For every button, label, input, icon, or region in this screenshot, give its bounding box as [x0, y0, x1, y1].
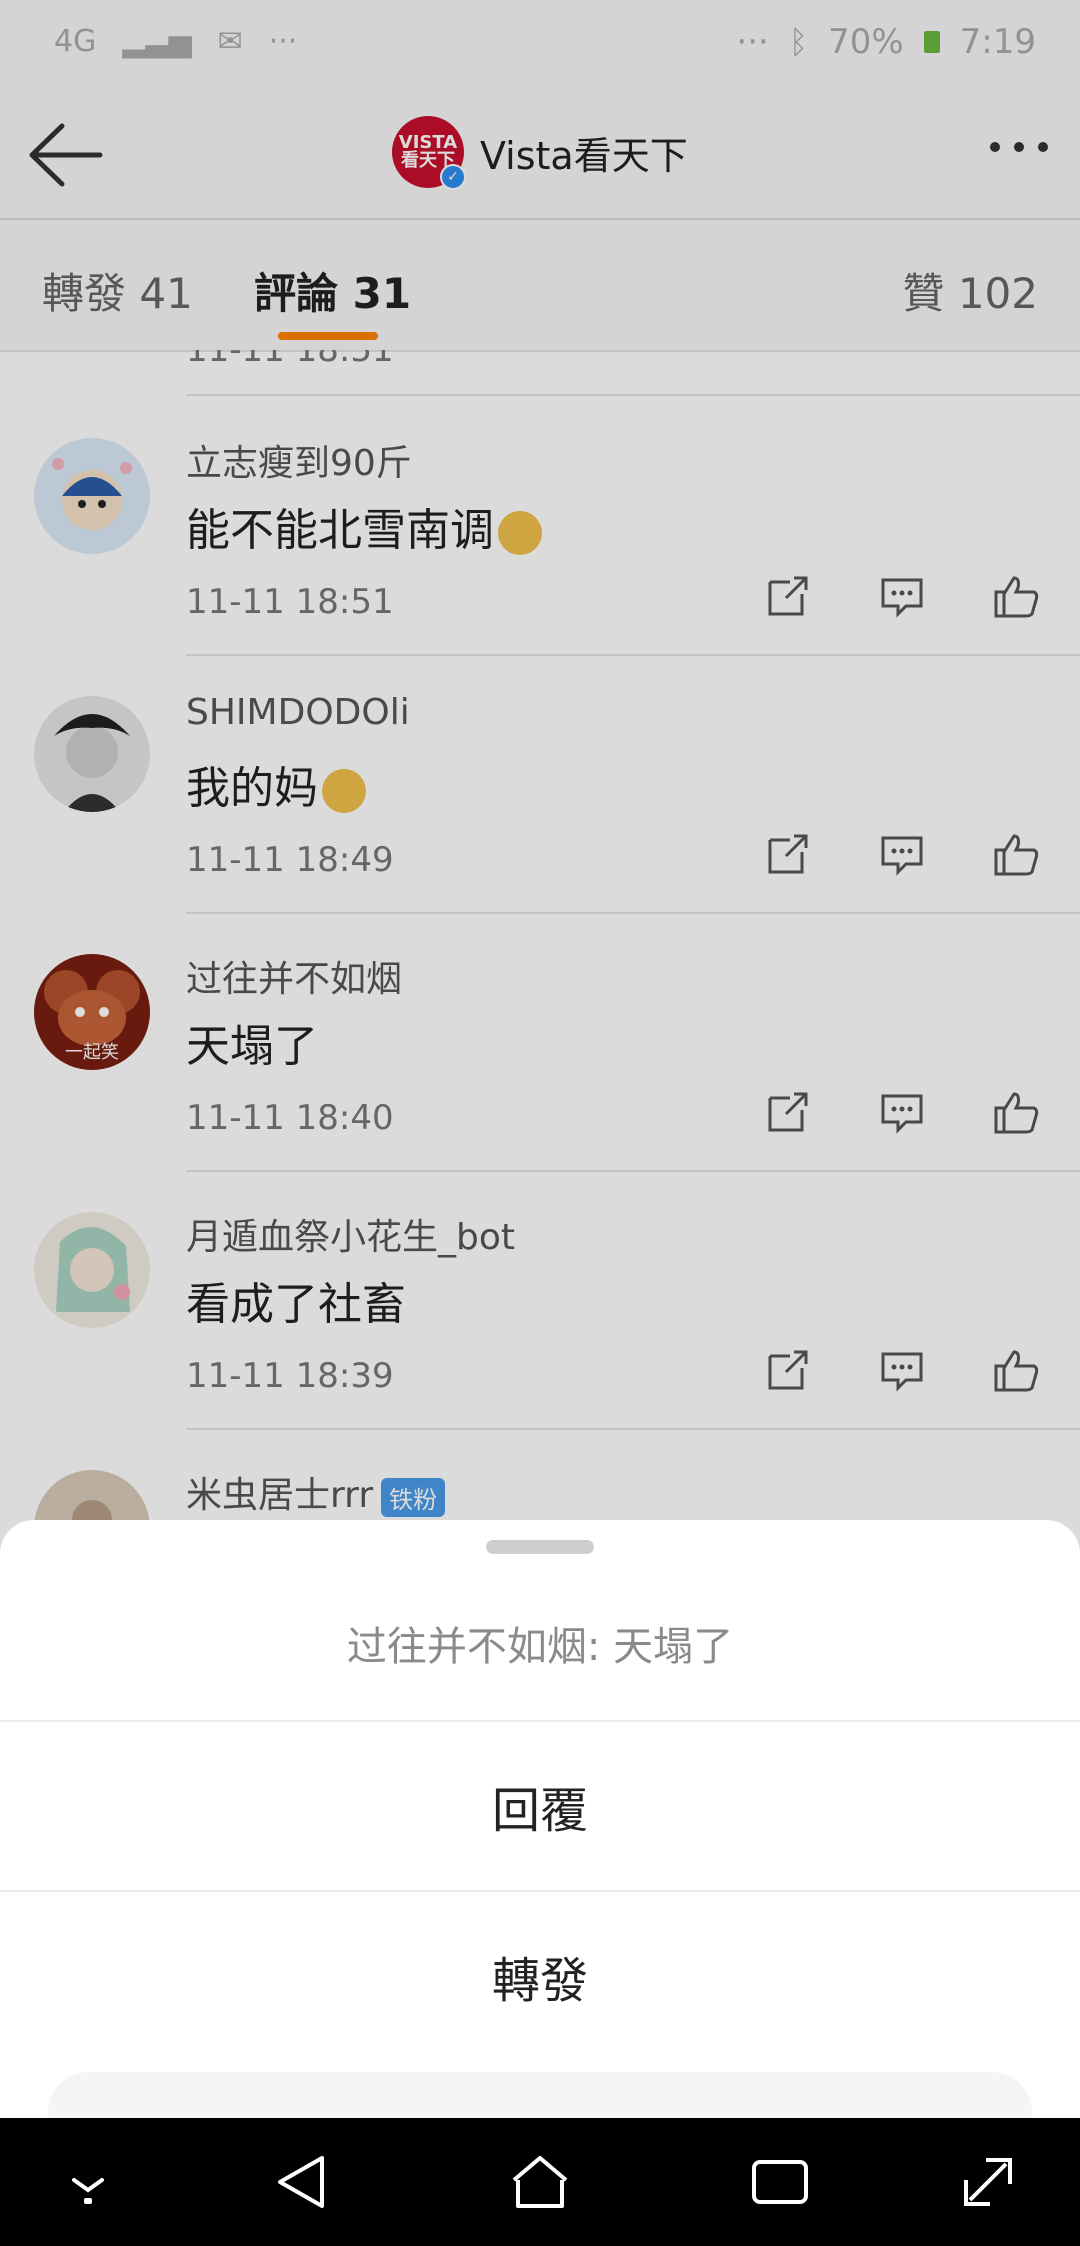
expand-icon[interactable]	[956, 2150, 1020, 2214]
recents-nav-icon[interactable]	[748, 2150, 812, 2214]
sheet-title: 过往并不如烟: 天塌了	[346, 1624, 734, 1670]
home-nav-icon[interactable]	[508, 2150, 572, 2214]
action-sheet: 过往并不如烟: 天塌了 回覆 轉發	[0, 1520, 1080, 2152]
system-navigation-bar	[0, 2118, 1080, 2246]
hide-keyboard-icon[interactable]	[56, 2150, 120, 2214]
reply-option[interactable]: 回覆	[0, 1722, 1080, 1890]
sheet-drag-handle[interactable]	[486, 1540, 594, 1554]
back-nav-icon[interactable]	[270, 2150, 334, 2214]
repost-option[interactable]: 轉發	[0, 1892, 1080, 2060]
